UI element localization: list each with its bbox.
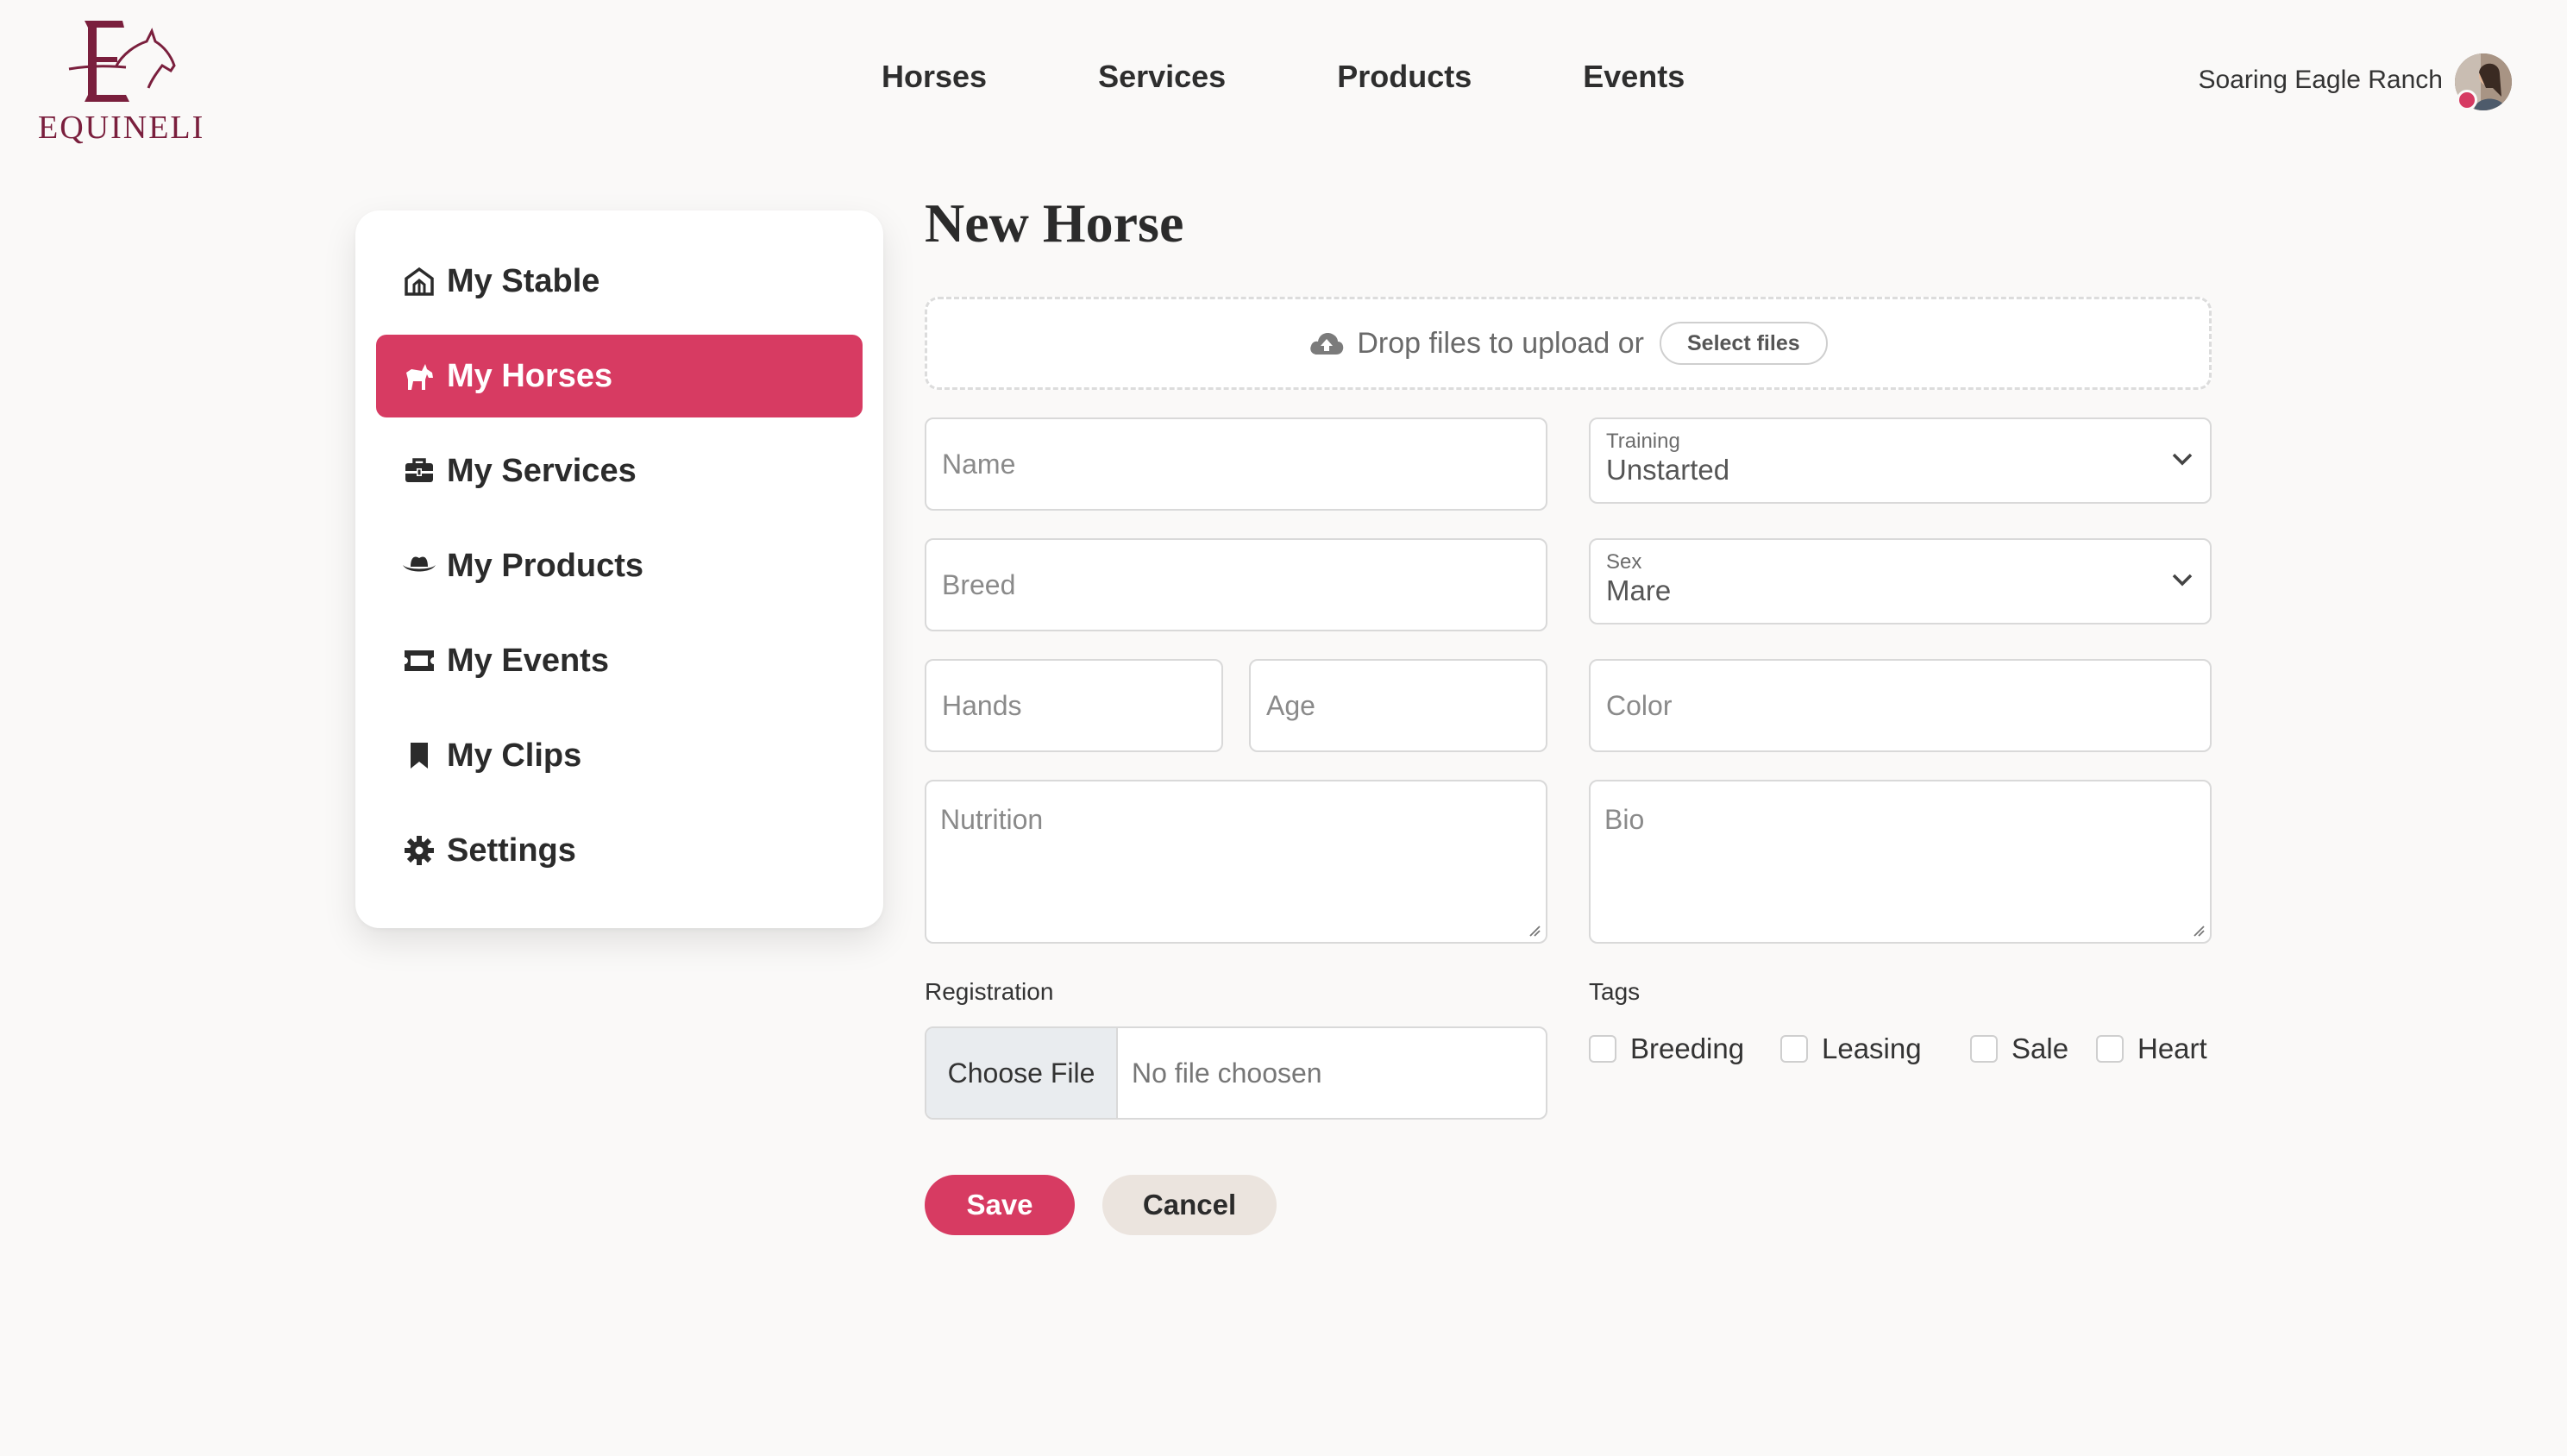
bio-textarea[interactable] [1591, 781, 2210, 942]
equineli-logo[interactable]: EQUINELI [38, 16, 205, 146]
checkbox-box[interactable] [1970, 1035, 1998, 1063]
bookmark-icon [402, 738, 436, 773]
training-value: Unstarted [1606, 454, 1730, 486]
nav-horses[interactable]: Horses [882, 59, 987, 107]
name-field [925, 417, 1547, 511]
cancel-button[interactable]: Cancel [1102, 1175, 1277, 1235]
checkbox-box[interactable] [1589, 1035, 1616, 1063]
sidebar-item-label: Settings [447, 832, 576, 869]
sidebar-item-label: My Products [447, 547, 644, 584]
age-input[interactable] [1251, 661, 1546, 750]
sidebar-item-label: My Events [447, 642, 609, 679]
age-field [1249, 659, 1547, 752]
cloud-upload-icon [1310, 333, 1344, 355]
sex-label: Sex [1606, 550, 1642, 574]
nutrition-textarea[interactable] [926, 781, 1546, 942]
horse-icon [402, 359, 436, 393]
sidebar-item-my-horses[interactable]: My Horses [376, 335, 863, 417]
training-select[interactable]: Training Unstarted [1589, 417, 2212, 504]
bio-field [1589, 780, 2212, 944]
name-input[interactable] [926, 419, 1546, 509]
nav-products[interactable]: Products [1337, 59, 1472, 107]
tag-heart-checkbox[interactable]: Heart [2096, 1032, 2207, 1066]
checkbox-box[interactable] [2096, 1035, 2124, 1063]
resize-handle-icon[interactable] [2191, 923, 2205, 937]
sidebar-item-my-clips[interactable]: My Clips [376, 714, 863, 797]
training-label: Training [1606, 430, 1680, 453]
sidebar-item-label: My Services [447, 452, 637, 489]
toolbox-icon [402, 454, 436, 488]
tag-sale-checkbox[interactable]: Sale [1970, 1032, 2068, 1066]
cowboy-hat-icon [402, 549, 436, 583]
registration-label: Registration [925, 978, 1054, 1005]
nav-services[interactable]: Services [1098, 59, 1226, 107]
breed-field [925, 538, 1547, 631]
sidebar-item-my-services[interactable]: My Services [376, 430, 863, 512]
registration-file-input: Choose File No file choosen [925, 1026, 1547, 1120]
sidebar-item-label: My Stable [447, 262, 600, 299]
gear-icon [402, 833, 436, 868]
save-button[interactable]: Save [925, 1175, 1075, 1235]
ticket-icon [402, 643, 436, 678]
tag-label: Leasing [1822, 1032, 1922, 1064]
tags-label: Tags [1589, 978, 1641, 1005]
hands-input[interactable] [926, 661, 1221, 750]
page-title: New Horse [925, 192, 1184, 254]
top-navigation: Horses Services Products Events [882, 59, 1685, 107]
file-status-text: No file choosen [1132, 1057, 1322, 1089]
select-files-button[interactable]: Select files [1660, 322, 1828, 365]
hands-field [925, 659, 1223, 752]
choose-file-button[interactable]: Choose File [926, 1028, 1118, 1118]
tag-breeding-checkbox[interactable]: Breeding [1589, 1032, 1744, 1066]
tag-label: Breeding [1630, 1032, 1745, 1064]
sidebar-item-settings[interactable]: Settings [376, 809, 863, 892]
barn-icon [402, 264, 436, 298]
sidebar-item-label: My Horses [447, 357, 613, 394]
sidebar-item-my-stable[interactable]: My Stable [376, 240, 863, 323]
breed-input[interactable] [926, 540, 1546, 630]
checkbox-box[interactable] [1780, 1035, 1808, 1063]
sex-select[interactable]: Sex Mare [1589, 538, 2212, 624]
sex-value: Mare [1606, 574, 1672, 606]
nutrition-field [925, 780, 1547, 944]
nav-events[interactable]: Events [1583, 59, 1685, 107]
sidebar-item-my-events[interactable]: My Events [376, 619, 863, 702]
dropzone-text: Drop files to upload or [1357, 326, 1644, 360]
sidebar-item-label: My Clips [447, 737, 582, 774]
tag-label: Sale [2012, 1032, 2069, 1064]
chevron-down-icon [2172, 453, 2193, 466]
account-name[interactable]: Soaring Eagle Ranch [2198, 66, 2443, 95]
chevron-down-icon [2172, 574, 2193, 587]
sidebar: My Stable My Horses My Services My Produ… [355, 210, 883, 928]
color-field [1589, 659, 2212, 752]
file-dropzone[interactable]: Drop files to upload or Select files [925, 297, 2212, 390]
tag-label: Heart [2137, 1032, 2207, 1064]
horse-logo-icon [68, 21, 176, 102]
color-input[interactable] [1591, 661, 2210, 750]
tag-leasing-checkbox[interactable]: Leasing [1780, 1032, 1922, 1066]
sidebar-item-my-products[interactable]: My Products [376, 524, 863, 607]
avatar-status-badge [2457, 90, 2477, 110]
resize-handle-icon[interactable] [1527, 923, 1541, 937]
logo-wordmark: EQUINELI [38, 110, 205, 146]
